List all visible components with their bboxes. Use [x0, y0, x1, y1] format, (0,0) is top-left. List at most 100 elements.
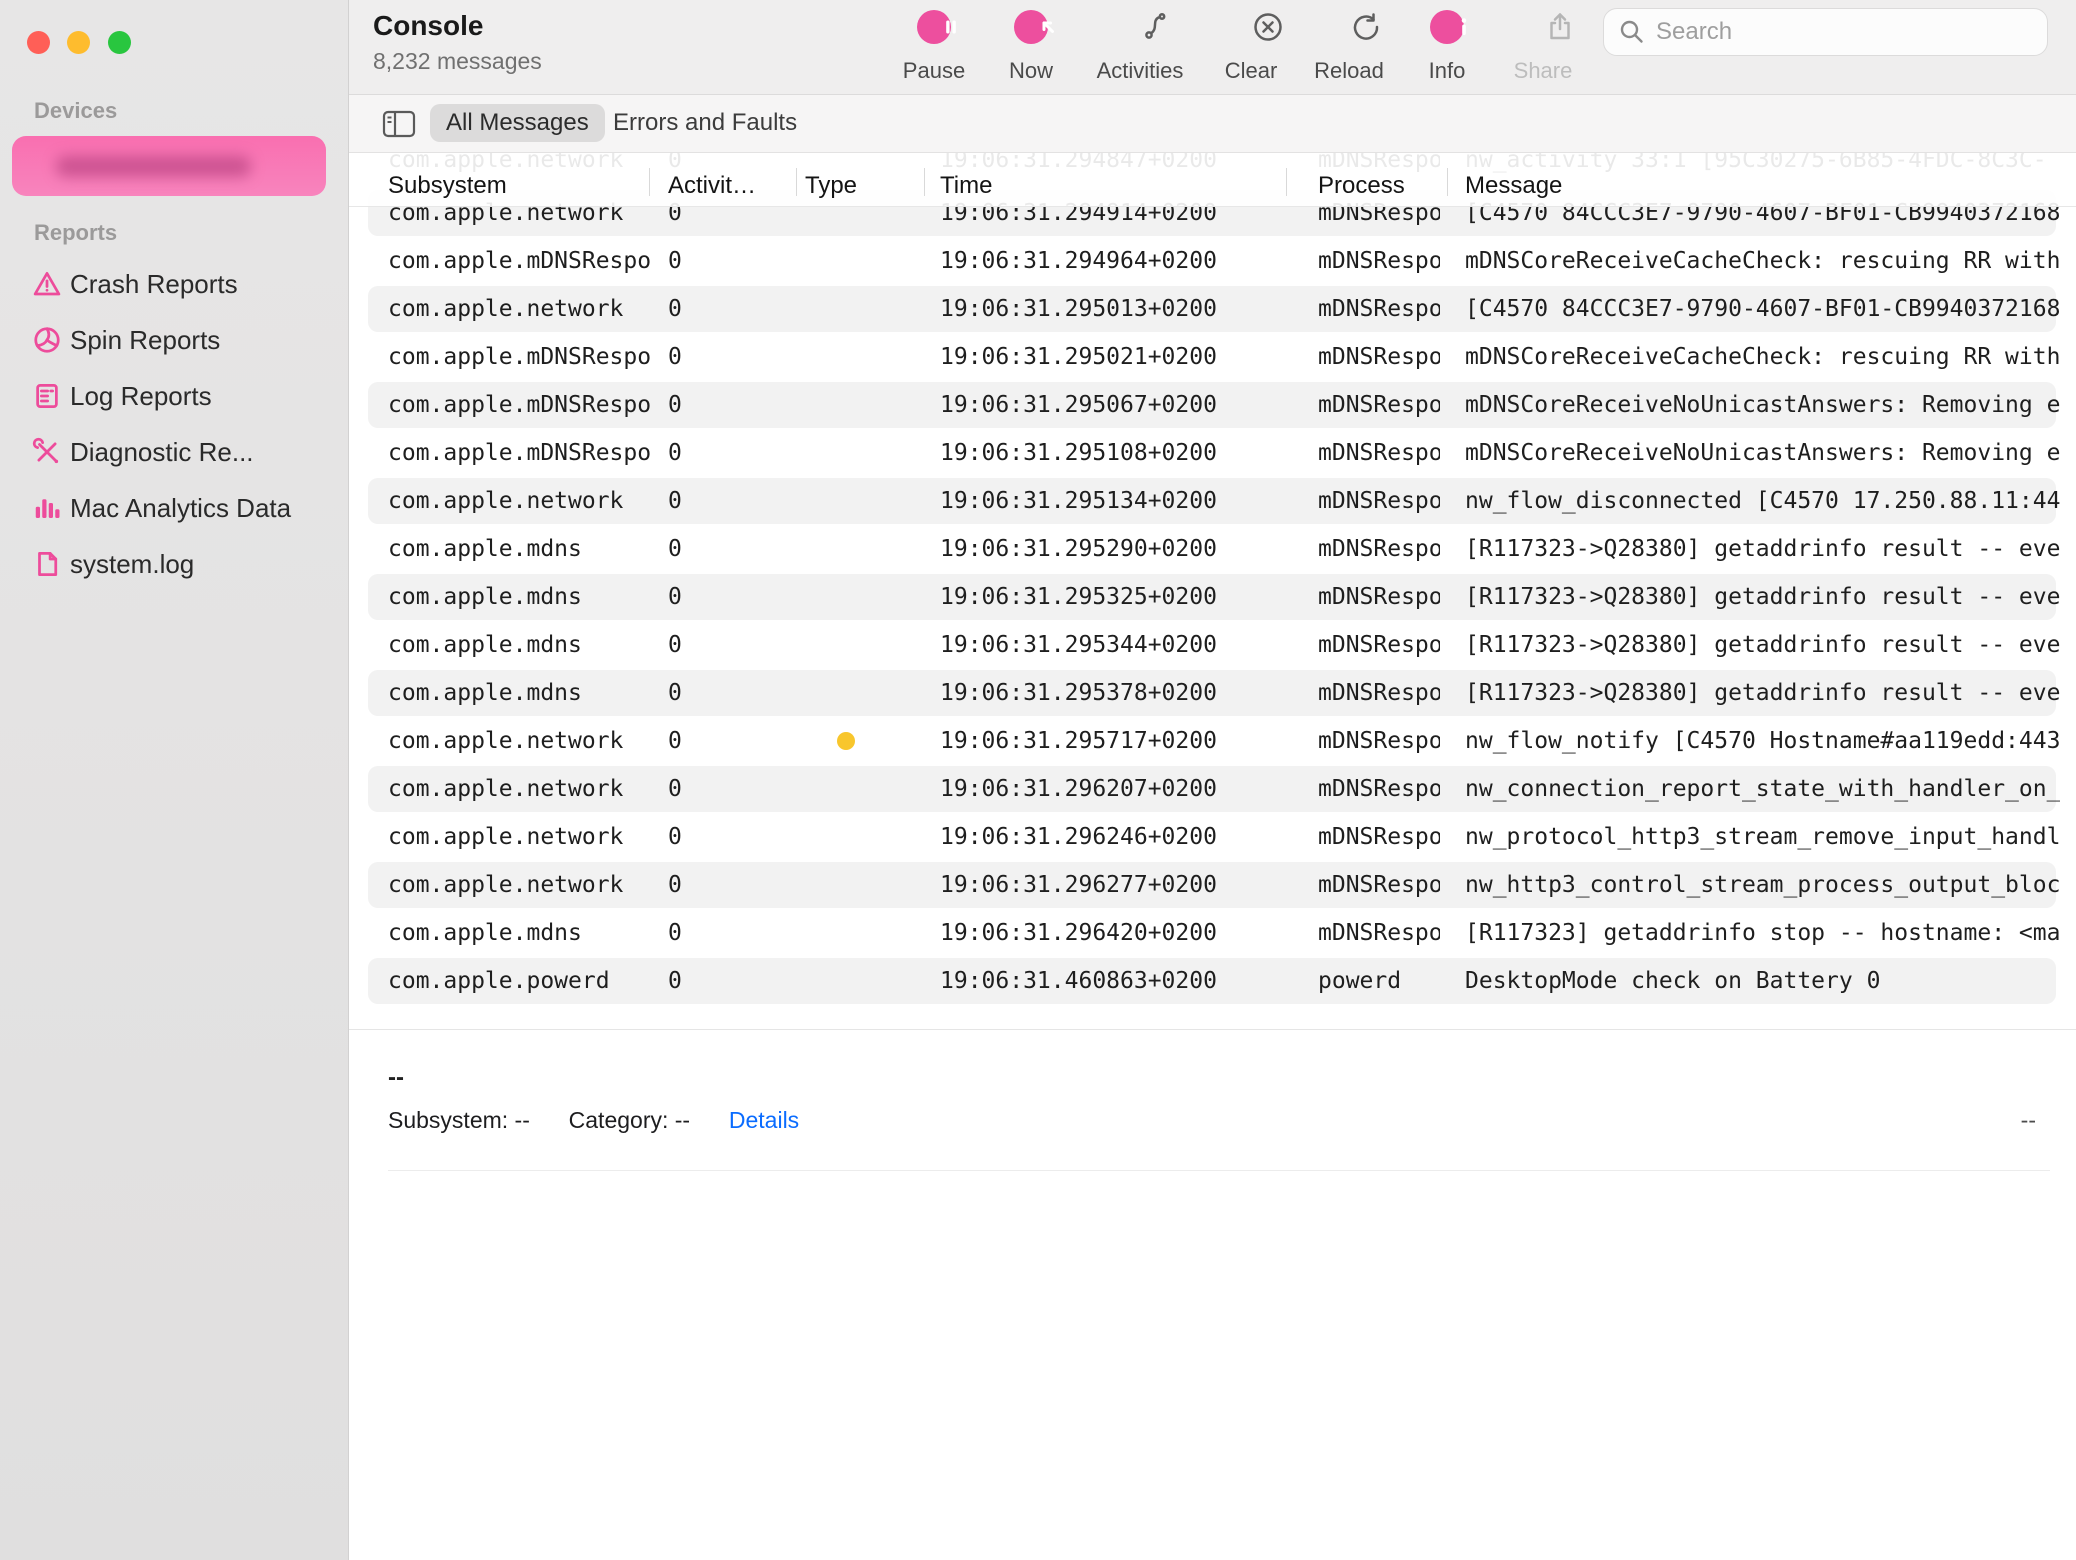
device-name-redacted: [56, 156, 251, 177]
column-header-message[interactable]: Message: [1465, 171, 1562, 201]
log-cell-act: 0: [668, 574, 788, 620]
log-cell-msg: [R117323] getaddrinfo stop -- hostname: …: [1465, 910, 2060, 956]
window-zoom-button[interactable]: [108, 31, 131, 54]
table-header: Subsystem Activit… Type Time Process Mes…: [348, 152, 2076, 207]
log-row[interactable]: com.apple.mdns019:06:31.295290+0200mDNSR…: [348, 526, 2076, 572]
column-header-type[interactable]: Type: [805, 171, 857, 201]
message-count: 8,232 messages: [373, 48, 542, 75]
log-cell-act: 0: [668, 958, 788, 1004]
type-yellow-dot: [837, 732, 855, 750]
log-cell-proc: mDNSRespo: [1318, 478, 1440, 524]
log-cell-msg: mDNSCoreReceiveCacheCheck: rescuing RR w…: [1465, 238, 2060, 284]
log-cell-msg: nw_http3_control_stream_process_output_b…: [1465, 862, 2060, 908]
now-button[interactable]: Now: [971, 6, 1091, 90]
log-row[interactable]: com.apple.mdns019:06:31.296420+0200mDNSR…: [348, 910, 2076, 956]
column-divider[interactable]: [1286, 168, 1287, 196]
log-cell-act: 0: [668, 478, 788, 524]
log-row[interactable]: com.apple.mDNSRespo019:06:31.295021+0200…: [348, 334, 2076, 380]
log-row[interactable]: com.apple.network019:06:31.296207+0200mD…: [348, 766, 2076, 812]
detail-metadata-line: Subsystem: -- Category: -- Details: [388, 1104, 799, 1136]
log-row[interactable]: com.apple.network019:06:31.295717+0200mD…: [348, 718, 2076, 764]
info-icon: [1430, 10, 1464, 44]
clear-circle-x-icon: [1234, 10, 1268, 44]
log-cell-proc: mDNSRespo: [1318, 430, 1440, 476]
log-cell-time: 19:06:31.295067+0200: [940, 382, 1290, 428]
tab-errors-and-faults[interactable]: Errors and Faults: [597, 104, 813, 142]
detail-category-value: --: [675, 1107, 690, 1133]
sidebar-item-log-reports[interactable]: Log Reports: [0, 368, 348, 424]
search-field[interactable]: [1603, 8, 2048, 56]
log-cell-proc: mDNSRespo: [1318, 334, 1440, 380]
log-cell-msg: nw_flow_notify [C4570 Hostname#aa119edd:…: [1465, 718, 2060, 764]
log-cell-time: 19:06:31.296207+0200: [940, 766, 1290, 812]
log-row[interactable]: com.apple.powerd019:06:31.460863+0200pow…: [348, 958, 2076, 1004]
log-cell-sub: com.apple.mdns: [388, 670, 660, 716]
log-cell-act: 0: [668, 334, 788, 380]
warning-triangle-icon: [32, 269, 62, 299]
window-close-button[interactable]: [27, 31, 50, 54]
sidebar-item-system-log[interactable]: system.log: [0, 536, 348, 592]
tab-all-messages[interactable]: All Messages: [430, 104, 605, 142]
column-header-subsystem[interactable]: Subsystem: [388, 171, 507, 201]
log-cell-msg: [C4570 84CCC3E7-9790-4607-BF01-CB9940372…: [1465, 286, 2060, 332]
log-row[interactable]: com.apple.mDNSRespo019:06:31.295108+0200…: [348, 430, 2076, 476]
column-header-activity[interactable]: Activit…: [668, 171, 756, 201]
log-document-icon: [32, 381, 62, 411]
log-cell-msg: [R117323->Q28380] getaddrinfo result -- …: [1465, 670, 2060, 716]
log-cell-sub: com.apple.network: [388, 286, 660, 332]
column-divider[interactable]: [796, 168, 797, 196]
log-cell-time: 19:06:31.296246+0200: [940, 814, 1290, 860]
window-title: Console: [373, 10, 483, 42]
column-header-process[interactable]: Process: [1318, 171, 1405, 201]
log-cell-msg: [R117323->Q28380] getaddrinfo result -- …: [1465, 526, 2060, 572]
log-cell-time: 19:06:31.295290+0200: [940, 526, 1290, 572]
column-divider[interactable]: [924, 168, 925, 196]
sidebar-item-crash-reports[interactable]: Crash Reports: [0, 256, 348, 312]
column-divider[interactable]: [649, 168, 650, 196]
log-row[interactable]: com.apple.network019:06:31.296277+0200mD…: [348, 862, 2076, 908]
log-cell-act: 0: [668, 862, 788, 908]
column-header-time[interactable]: Time: [940, 171, 992, 201]
log-row[interactable]: com.apple.mdns019:06:31.295325+0200mDNSR…: [348, 574, 2076, 620]
log-cell-act: 0: [668, 670, 788, 716]
log-row[interactable]: com.apple.mdns019:06:31.295378+0200mDNSR…: [348, 670, 2076, 716]
log-cell-time: 19:06:31.295344+0200: [940, 622, 1290, 668]
search-input[interactable]: [1654, 11, 2033, 53]
device-item-selected[interactable]: [12, 136, 326, 196]
log-cell-msg: nw_connection_report_state_with_handler_…: [1465, 766, 2060, 812]
log-cell-act: 0: [668, 766, 788, 812]
log-content-area: com.apple.network 0 19:06:31.294847+0200…: [348, 0, 2076, 1560]
sidebar-item-mac-analytics-data[interactable]: Mac Analytics Data: [0, 480, 348, 536]
share-button[interactable]: Share: [1483, 6, 1603, 90]
log-cell-sub: com.apple.mDNSRespo: [388, 382, 660, 428]
pause-icon: [917, 10, 951, 44]
log-cell-act: 0: [668, 286, 788, 332]
activities-button[interactable]: Activities: [1080, 6, 1200, 90]
log-cell-sub: com.apple.mdns: [388, 910, 660, 956]
log-cell-time: 19:06:31.295021+0200: [940, 334, 1290, 380]
log-cell-proc: mDNSRespo: [1318, 526, 1440, 572]
log-cell-msg: nw_flow_disconnected [C4570 17.250.88.11…: [1465, 478, 2060, 524]
log-cell-msg: mDNSCoreReceiveNoUnicastAnswers: Removin…: [1465, 430, 2060, 476]
log-row[interactable]: com.apple.mdns019:06:31.295344+0200mDNSR…: [348, 622, 2076, 668]
log-cell-proc: mDNSRespo: [1318, 910, 1440, 956]
log-cell-sub: com.apple.network: [388, 862, 660, 908]
column-divider[interactable]: [1447, 168, 1448, 196]
log-row[interactable]: com.apple.network019:06:31.296246+0200mD…: [348, 814, 2076, 860]
sidebar-item-spin-reports[interactable]: Spin Reports: [0, 312, 348, 368]
details-link[interactable]: Details: [729, 1107, 799, 1133]
devices-section-header: Devices: [34, 98, 117, 124]
log-row[interactable]: com.apple.network019:06:31.295134+0200mD…: [348, 478, 2076, 524]
reload-icon: [1332, 10, 1366, 44]
sidebar-toggle-icon[interactable]: [382, 109, 416, 139]
log-row[interactable]: com.apple.mDNSRespo019:06:31.294964+0200…: [348, 238, 2076, 284]
reports-section-header: Reports: [34, 220, 117, 246]
sidebar-item-diagnostic-reports[interactable]: Diagnostic Re...: [0, 424, 348, 480]
log-cell-sub: com.apple.powerd: [388, 958, 660, 1004]
pinwheel-icon: [32, 325, 62, 355]
log-row[interactable]: com.apple.network019:06:31.295013+0200mD…: [348, 286, 2076, 332]
log-row[interactable]: com.apple.mDNSRespo019:06:31.295067+0200…: [348, 382, 2076, 428]
log-cell-sub: com.apple.mDNSRespo: [388, 430, 660, 476]
window-minimize-button[interactable]: [67, 31, 90, 54]
log-cell-proc: mDNSRespo: [1318, 718, 1440, 764]
